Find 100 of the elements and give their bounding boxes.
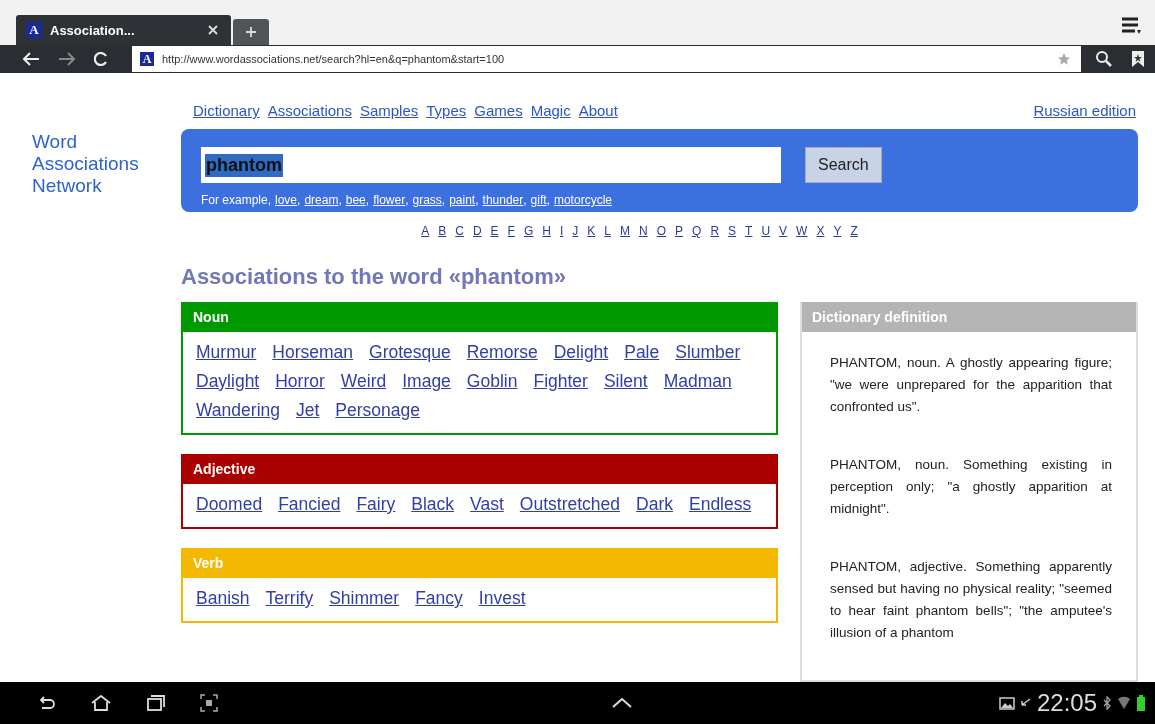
word-link[interactable]: Daylight [196,371,260,392]
section-title: Noun [183,302,776,332]
word-link[interactable]: Doomed [196,494,263,515]
word-link[interactable]: Wandering [196,400,280,421]
letter-link[interactable]: P [675,224,684,238]
word-link[interactable]: Fairy [356,494,396,515]
letter-link[interactable]: J [572,224,579,238]
star-icon[interactable] [1057,52,1071,66]
section-title: Verb [183,548,776,578]
letter-link[interactable]: R [710,224,720,238]
word-link[interactable]: Endless [689,494,752,515]
word-link[interactable]: Horseman [272,342,353,363]
letter-link[interactable]: W [796,224,808,238]
letter-link[interactable]: Y [833,224,842,238]
letter-link[interactable]: V [779,224,788,238]
site-logo-text[interactable]: Associations [32,153,181,175]
word-link[interactable]: Goblin [466,371,518,392]
word-link[interactable]: Outstretched [519,494,621,515]
letter-link[interactable]: D [472,224,482,238]
screenshot-icon[interactable] [200,694,218,712]
site-logo-text[interactable]: Word [32,131,181,153]
nav-link[interactable]: Associations [267,102,352,119]
battery-icon [1137,695,1145,711]
letter-link[interactable]: F [507,224,515,238]
letter-link[interactable]: S [728,224,737,238]
forward-icon[interactable] [58,52,76,66]
favicon: A [26,22,42,38]
nav-link[interactable]: Types [426,102,467,119]
reload-icon[interactable] [94,52,108,66]
nav-link[interactable]: Dictionary [193,102,260,119]
letter-link[interactable]: E [490,224,499,238]
definition-text: PHANTOM, noun. Something existing in perception only; "a ghostly apparition at midnight". [830,456,1112,518]
back-icon[interactable] [22,52,40,66]
definition-text: PHANTOM, adjective. Something apparently sensed but having no physical reality; "seemed to hear faint phantom bells"; "the amputee's illusion of a phantom [830,558,1112,642]
word-link[interactable]: Image [402,371,451,392]
letter-link[interactable]: T [745,224,753,238]
word-link[interactable]: Personage [335,400,420,421]
nav-link[interactable]: Magic [530,102,571,119]
word-link[interactable]: Remorse [466,342,538,363]
word-link[interactable]: Murmur [196,342,257,363]
edition-link[interactable]: Russian edition [1033,102,1136,119]
word-link[interactable]: Delight [553,342,609,363]
letter-link[interactable]: C [455,224,464,238]
letter-link[interactable]: N [639,224,648,238]
example-link[interactable]: flower [373,193,406,207]
word-link[interactable]: Black [411,494,455,515]
word-link[interactable]: Fancied [278,494,341,515]
address-field[interactable]: A http://www.wordassociations.net/search?hl=en&q=phantom&start=100 [132,46,1081,72]
letter-link[interactable]: L [604,224,611,238]
example-link[interactable]: love [275,193,298,207]
word-link[interactable]: Fancy [415,588,463,609]
close-icon[interactable] [207,24,219,36]
letter-link[interactable]: X [816,224,825,238]
word-link[interactable]: Terrify [265,588,314,609]
word-link[interactable]: Jet [296,400,320,421]
letter-link[interactable]: K [587,224,596,238]
word-link[interactable]: Fighter [533,371,588,392]
bookmark-icon[interactable] [1131,50,1145,68]
letter-link[interactable]: I [559,224,564,238]
recent-apps-icon[interactable] [146,694,166,712]
nav-link[interactable]: About [578,102,618,119]
word-link[interactable]: Silent [603,371,648,392]
example-link[interactable]: thunder [482,193,524,207]
nav-link[interactable]: Samples [359,102,419,119]
letter-link[interactable]: G [523,224,534,238]
letter-link[interactable]: A [421,224,430,238]
search-button[interactable]: Search [805,147,882,183]
letter-link[interactable]: Q [692,224,702,238]
home-icon[interactable] [90,695,112,711]
word-link[interactable]: Horror [275,371,325,392]
word-link[interactable]: Shimmer [329,588,400,609]
word-link[interactable]: Banish [196,588,250,609]
example-link[interactable]: gift [530,193,547,207]
word-link[interactable]: Madman [663,371,732,392]
search-field[interactable]: phantom [201,147,781,183]
menu-icon[interactable] [1121,16,1141,35]
word-link[interactable]: Dark [636,494,673,515]
word-link[interactable]: Vast [470,494,504,515]
word-link[interactable]: Invest [478,588,526,609]
letter-link[interactable]: M [620,224,630,238]
letter-link[interactable]: B [438,224,447,238]
word-link[interactable]: Slumber [675,342,741,363]
letter-link[interactable]: H [542,224,551,238]
word-link[interactable]: Pale [624,342,660,363]
word-link[interactable]: Grotesque [369,342,451,363]
new-tab-button[interactable] [233,19,269,45]
browser-tab[interactable]: A Association... [16,15,231,45]
example-link[interactable]: grass [412,193,442,207]
separator: , [297,193,301,207]
letter-link[interactable]: O [656,224,666,238]
letter-link[interactable]: Z [850,224,858,238]
definition-title: Dictionary definition [802,302,1136,332]
example-link[interactable]: motorcycle [553,193,612,207]
site-logo-text[interactable]: Network [32,175,181,197]
letter-link[interactable]: U [761,224,771,238]
example-link[interactable]: bee [345,193,366,207]
search-icon[interactable] [1095,50,1113,68]
word-link[interactable]: Weird [340,371,387,392]
nav-link[interactable]: Games [474,102,523,119]
chevron-up-icon[interactable] [611,697,634,709]
